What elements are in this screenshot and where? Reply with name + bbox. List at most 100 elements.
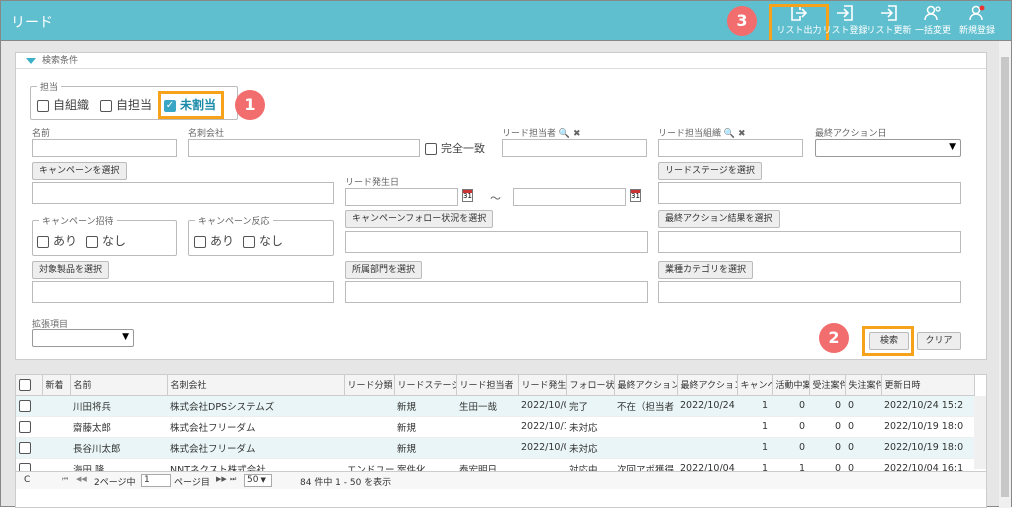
name-input[interactable] (32, 139, 177, 157)
last-page-icon[interactable]: ⏭ (230, 475, 236, 484)
column-header[interactable]: リード担当者 (456, 375, 519, 396)
table-cell (344, 437, 394, 459)
checkbox[interactable] (37, 235, 49, 248)
product-field[interactable] (32, 281, 334, 303)
invite-no[interactable]: なし (86, 232, 126, 249)
lead-date-to[interactable] (513, 188, 626, 206)
industry-field[interactable] (658, 281, 961, 303)
column-header[interactable]: 名前 (70, 375, 168, 396)
first-page-icon[interactable]: ⏮ (62, 475, 68, 484)
owner-own-org[interactable]: 自組織 (37, 96, 89, 113)
extension-select[interactable]: ▼ (32, 329, 134, 347)
lead-owner-input[interactable] (502, 139, 647, 157)
checkbox[interactable] (194, 235, 206, 248)
table-cell: 2022/10/0 (518, 437, 566, 459)
page-number-input[interactable]: 1 (141, 474, 171, 487)
per-page-select[interactable]: 50 ▼ (244, 474, 272, 487)
column-header[interactable]: 活動中案件 (772, 375, 810, 396)
exact-match-checkbox[interactable]: 完全一致 (425, 140, 485, 156)
calendar-icon[interactable]: 31 (630, 189, 641, 202)
name-label: 名前 (32, 129, 51, 139)
date-range-separator: 〜 (490, 192, 501, 205)
invite-yes[interactable]: あり (37, 232, 77, 249)
last-action-result-field[interactable] (658, 231, 961, 253)
last-action-date-label: 最終アクション日 (815, 129, 887, 139)
response-yes[interactable]: あり (194, 232, 234, 249)
column-header[interactable]: 更新日時 (881, 375, 975, 396)
new-registration-button[interactable]: 新規登録 (949, 5, 1005, 36)
table-cell: 0 (772, 416, 809, 438)
response-no[interactable]: なし (243, 232, 283, 249)
department-select-button[interactable]: 所属部門を選択 (345, 261, 423, 279)
checkbox[interactable] (19, 420, 31, 433)
column-header[interactable]: リードステージ (394, 375, 457, 396)
search-icon[interactable]: 🔍 (724, 129, 735, 139)
department-field[interactable] (345, 281, 648, 303)
column-header[interactable]: リード発生日 (518, 375, 567, 396)
lead-org-input[interactable] (658, 139, 803, 157)
checkbox[interactable] (243, 235, 255, 248)
lead-stage-field[interactable] (658, 182, 961, 204)
page-count-text: 2ページ中 (94, 478, 136, 488)
bulk-change-icon (924, 5, 941, 21)
table-cell: 新規 (394, 437, 456, 459)
select-all-header[interactable] (16, 375, 43, 396)
owner-self[interactable]: 自担当 (100, 96, 152, 113)
page-scrollbar[interactable] (999, 41, 1011, 508)
last-action-date-select[interactable]: ▼ (815, 139, 961, 157)
row-select-cell[interactable] (16, 395, 42, 417)
prev-page-icon[interactable]: ◀◀ (76, 475, 87, 483)
column-header[interactable]: 最終アクション日 (677, 375, 738, 396)
checkbox[interactable] (19, 399, 31, 412)
table-row[interactable]: 長谷川太郎 株式会社フリーダム 新規 2022/10/0 未対応 1 0 0 0 2022/10/… (16, 437, 974, 459)
scrollbar-thumb[interactable] (1001, 57, 1009, 497)
checkbox[interactable] (37, 99, 49, 112)
column-header[interactable]: キャンペーン (737, 375, 773, 396)
grid-scrollbar[interactable] (974, 396, 986, 469)
table-header-row: 新着 名前 名刺会社 リード分類 リードステージ リード担当者 リード発生日 フ… (16, 375, 975, 396)
clear-icon[interactable]: ✖ (738, 129, 746, 139)
lead-date-label: リード発生日 (345, 178, 400, 188)
campaign-field[interactable] (32, 182, 334, 204)
checkbox[interactable] (86, 235, 98, 248)
column-header[interactable]: 新着 (42, 375, 71, 396)
refresh-icon[interactable]: C (24, 475, 30, 485)
table-cell: 1 (737, 395, 772, 417)
calendar-icon[interactable]: 31 (462, 189, 473, 202)
row-select-cell[interactable] (16, 416, 42, 438)
column-header[interactable]: 名刺会社 (167, 375, 345, 396)
clear-button[interactable]: クリア (917, 332, 961, 350)
results-grid: 新着 名前 名刺会社 リード分類 リードステージ リード担当者 リード発生日 フ… (15, 374, 987, 508)
company-input[interactable] (188, 139, 420, 157)
search-panel-header[interactable]: 検索条件 (16, 53, 986, 69)
table-cell: 0 (809, 416, 845, 438)
last-action-result-button[interactable]: 最終アクション結果を選択 (658, 210, 780, 228)
table-cell: 2022/10/19 18:0 (881, 437, 974, 459)
checkbox[interactable] (100, 99, 112, 112)
owner-label: 担当 (37, 80, 62, 93)
campaign-select-button[interactable]: キャンペーンを選択 (32, 162, 127, 180)
row-select-cell[interactable] (16, 437, 42, 459)
campaign-follow-field[interactable] (345, 231, 648, 253)
checkbox[interactable] (425, 143, 437, 155)
search-icon[interactable]: 🔍 (559, 129, 570, 139)
table-row[interactable]: 齋藤太郎 株式会社フリーダム 新規 2022/10/1 未対応 1 0 0 0 2022/10/1… (16, 416, 974, 438)
checkbox[interactable] (19, 378, 31, 391)
column-header[interactable]: 受注案件 (809, 375, 846, 396)
next-page-icon[interactable]: ▶▶ (216, 475, 227, 483)
checkbox[interactable] (19, 441, 31, 454)
table-cell: 川田将兵 (70, 395, 167, 417)
campaign-follow-button[interactable]: キャンペーンフォロー状況を選択 (345, 210, 494, 228)
column-header[interactable]: 失注案件 (845, 375, 882, 396)
column-header[interactable]: 最終アクション (614, 375, 678, 396)
table-row[interactable]: 川田将兵 株式会社DPSシステムズ 新規 生田一哉 2022/10/0 完了 不在（担当者 2… (16, 395, 974, 417)
clear-icon[interactable]: ✖ (573, 129, 581, 139)
table-cell: 新規 (394, 416, 456, 438)
lead-stage-button[interactable]: リードステージを選択 (658, 162, 762, 180)
industry-select-button[interactable]: 業種カテゴリを選択 (658, 261, 754, 279)
app-header: リード 3 リスト出力 リスト登録 リスト更新 一括変更 新規登録 (0, 0, 1012, 44)
column-header[interactable]: リード分類 (344, 375, 395, 396)
lead-date-from[interactable] (345, 188, 458, 206)
product-select-button[interactable]: 対象製品を選択 (32, 261, 110, 279)
column-header[interactable]: フォロー状況 (566, 375, 615, 396)
